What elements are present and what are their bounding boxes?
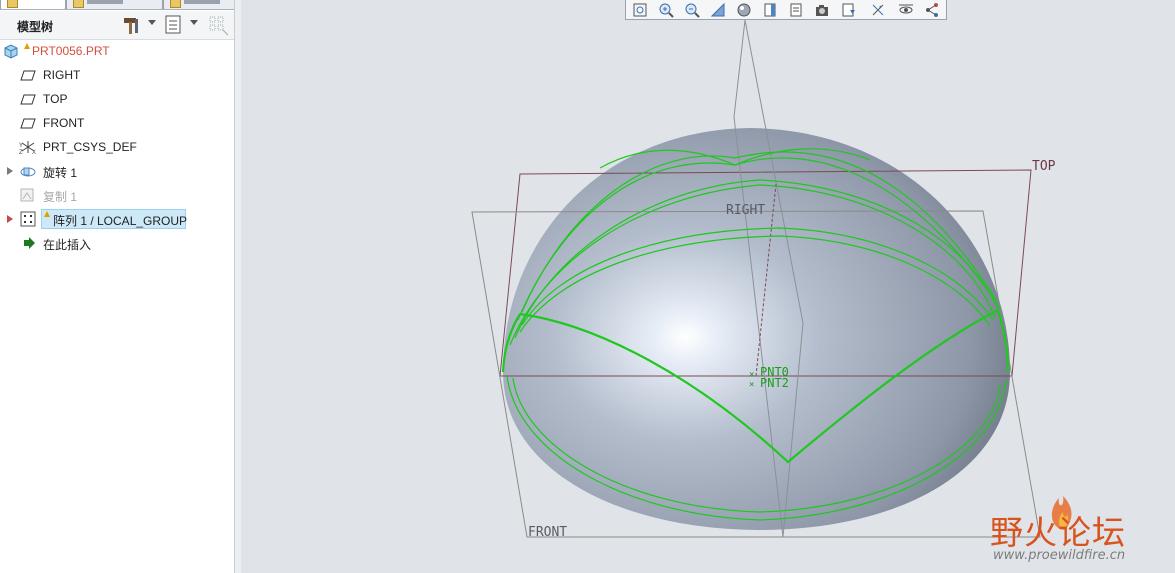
top-plane-label: TOP bbox=[1032, 159, 1056, 174]
datum-point-marker-icon: × bbox=[749, 370, 754, 380]
annotation-display-icon[interactable] bbox=[840, 2, 856, 18]
saved-orientations-icon[interactable] bbox=[762, 2, 778, 18]
datum-display-icon[interactable]: * bbox=[870, 2, 886, 18]
front-plane-label: FRONT bbox=[528, 525, 567, 540]
datum-point-marker-icon: × bbox=[749, 380, 754, 390]
point-label-pnt2: PNT2 bbox=[760, 376, 789, 390]
forum-url: www.proewildfire.cn bbox=[993, 548, 1126, 563]
plane-display-icon[interactable] bbox=[924, 2, 940, 18]
forum-watermark: 野火论坛 bbox=[990, 513, 1126, 552]
display-style-icon[interactable] bbox=[736, 2, 752, 18]
model-scene: TOP RIGHT FRONT PNT0 PNT2 × × bbox=[471, 19, 1056, 540]
right-plane-label: RIGHT bbox=[726, 203, 765, 218]
zoom-in-icon[interactable] bbox=[658, 2, 674, 18]
perspective-icon[interactable] bbox=[814, 2, 830, 18]
zoom-out-icon[interactable] bbox=[684, 2, 700, 18]
graphics-toolbar: * bbox=[625, 0, 947, 20]
view-manager-icon[interactable] bbox=[788, 2, 804, 18]
refit-icon[interactable] bbox=[632, 2, 648, 18]
repaint-icon[interactable] bbox=[710, 2, 726, 18]
spin-center-icon[interactable] bbox=[898, 2, 914, 18]
